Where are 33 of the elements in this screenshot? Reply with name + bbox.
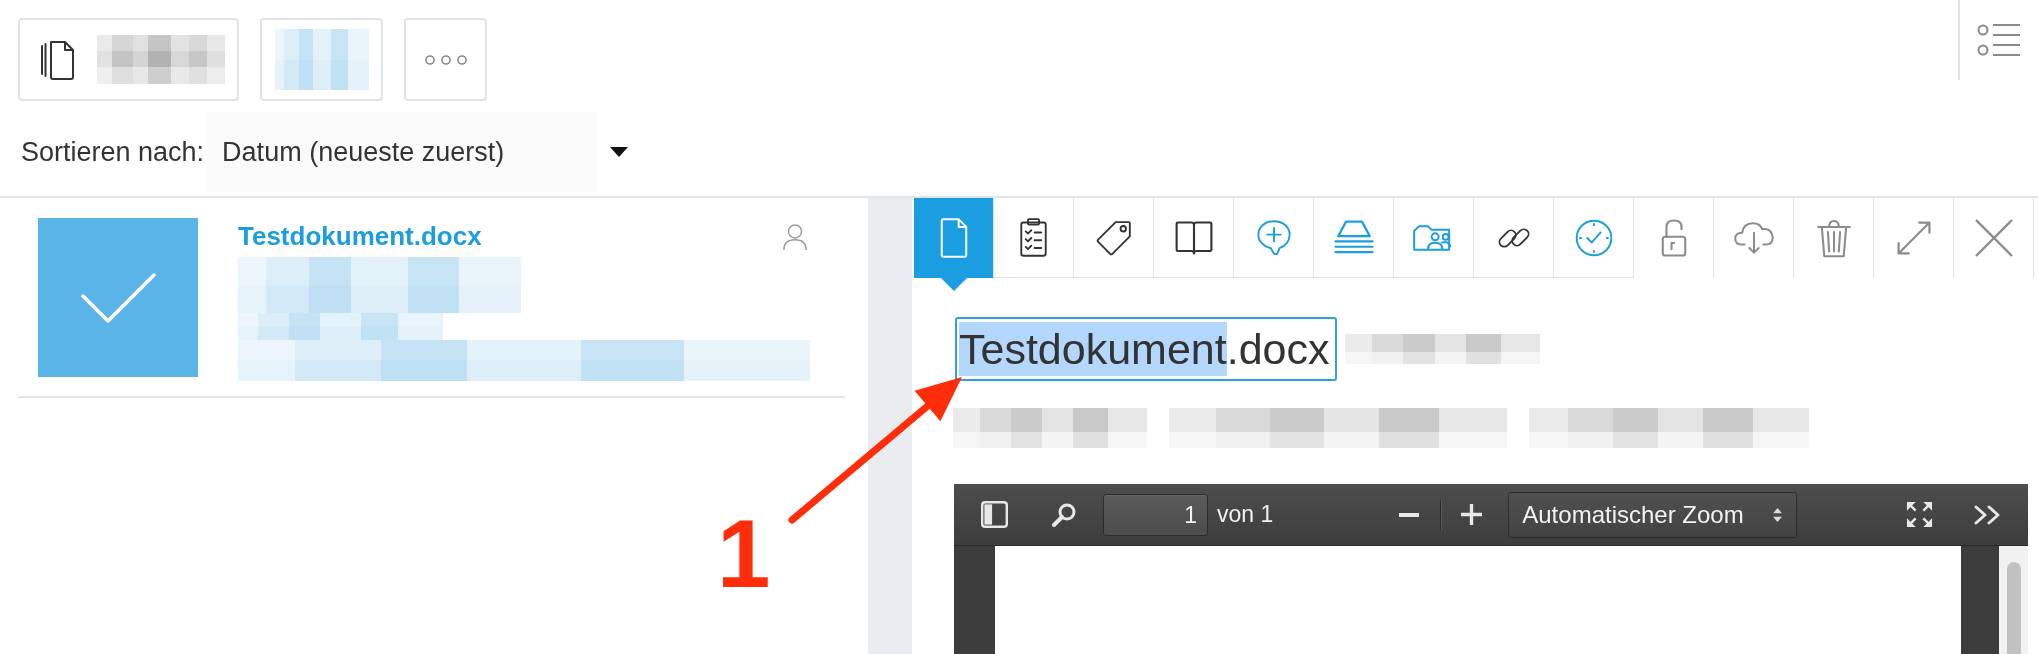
sort-arrows-icon — [1773, 507, 1783, 522]
book-tab[interactable] — [1154, 198, 1234, 278]
sort-label: Sortieren nach: — [21, 135, 205, 169]
more-icon — [424, 54, 467, 65]
search-icon — [1051, 501, 1077, 528]
filename-field[interactable]: Testdokument.docx — [955, 317, 1338, 381]
checklist-tab[interactable] — [994, 198, 1074, 278]
stack-tab[interactable] — [1314, 198, 1394, 278]
check-icon — [80, 272, 156, 323]
plus-icon — [1461, 504, 1483, 525]
page-number-field[interactable]: 1 — [1103, 493, 1208, 536]
list-view-icon — [1977, 22, 2021, 58]
clock-tab[interactable] — [1554, 198, 1634, 278]
zoom-in-button[interactable] — [1461, 504, 1483, 525]
minus-icon — [1399, 512, 1420, 517]
zoom-out-button[interactable] — [1399, 512, 1420, 517]
sidebar-icon — [981, 501, 1008, 528]
fullscreen-button[interactable] — [1906, 501, 1934, 528]
zoom-select[interactable]: Automatischer Zoom — [1508, 491, 1798, 538]
page-count-label: von 1 — [1217, 500, 1274, 530]
sidebar-toggle-button[interactable] — [981, 501, 1008, 528]
document-button[interactable] — [18, 18, 239, 101]
fullscreen-icon — [1906, 501, 1934, 528]
search-button[interactable] — [1051, 501, 1077, 528]
link-tab[interactable] — [1474, 198, 1554, 278]
caret-icon — [610, 147, 629, 157]
tab-pointer-icon — [941, 278, 967, 291]
document-thumbnail[interactable] — [38, 218, 198, 377]
folder-people-tab[interactable] — [1394, 198, 1474, 278]
person-icon — [782, 223, 808, 251]
list-view-button[interactable] — [1977, 22, 2021, 58]
step-number: 1 — [717, 506, 771, 602]
tag-tab[interactable] — [1074, 198, 1154, 278]
